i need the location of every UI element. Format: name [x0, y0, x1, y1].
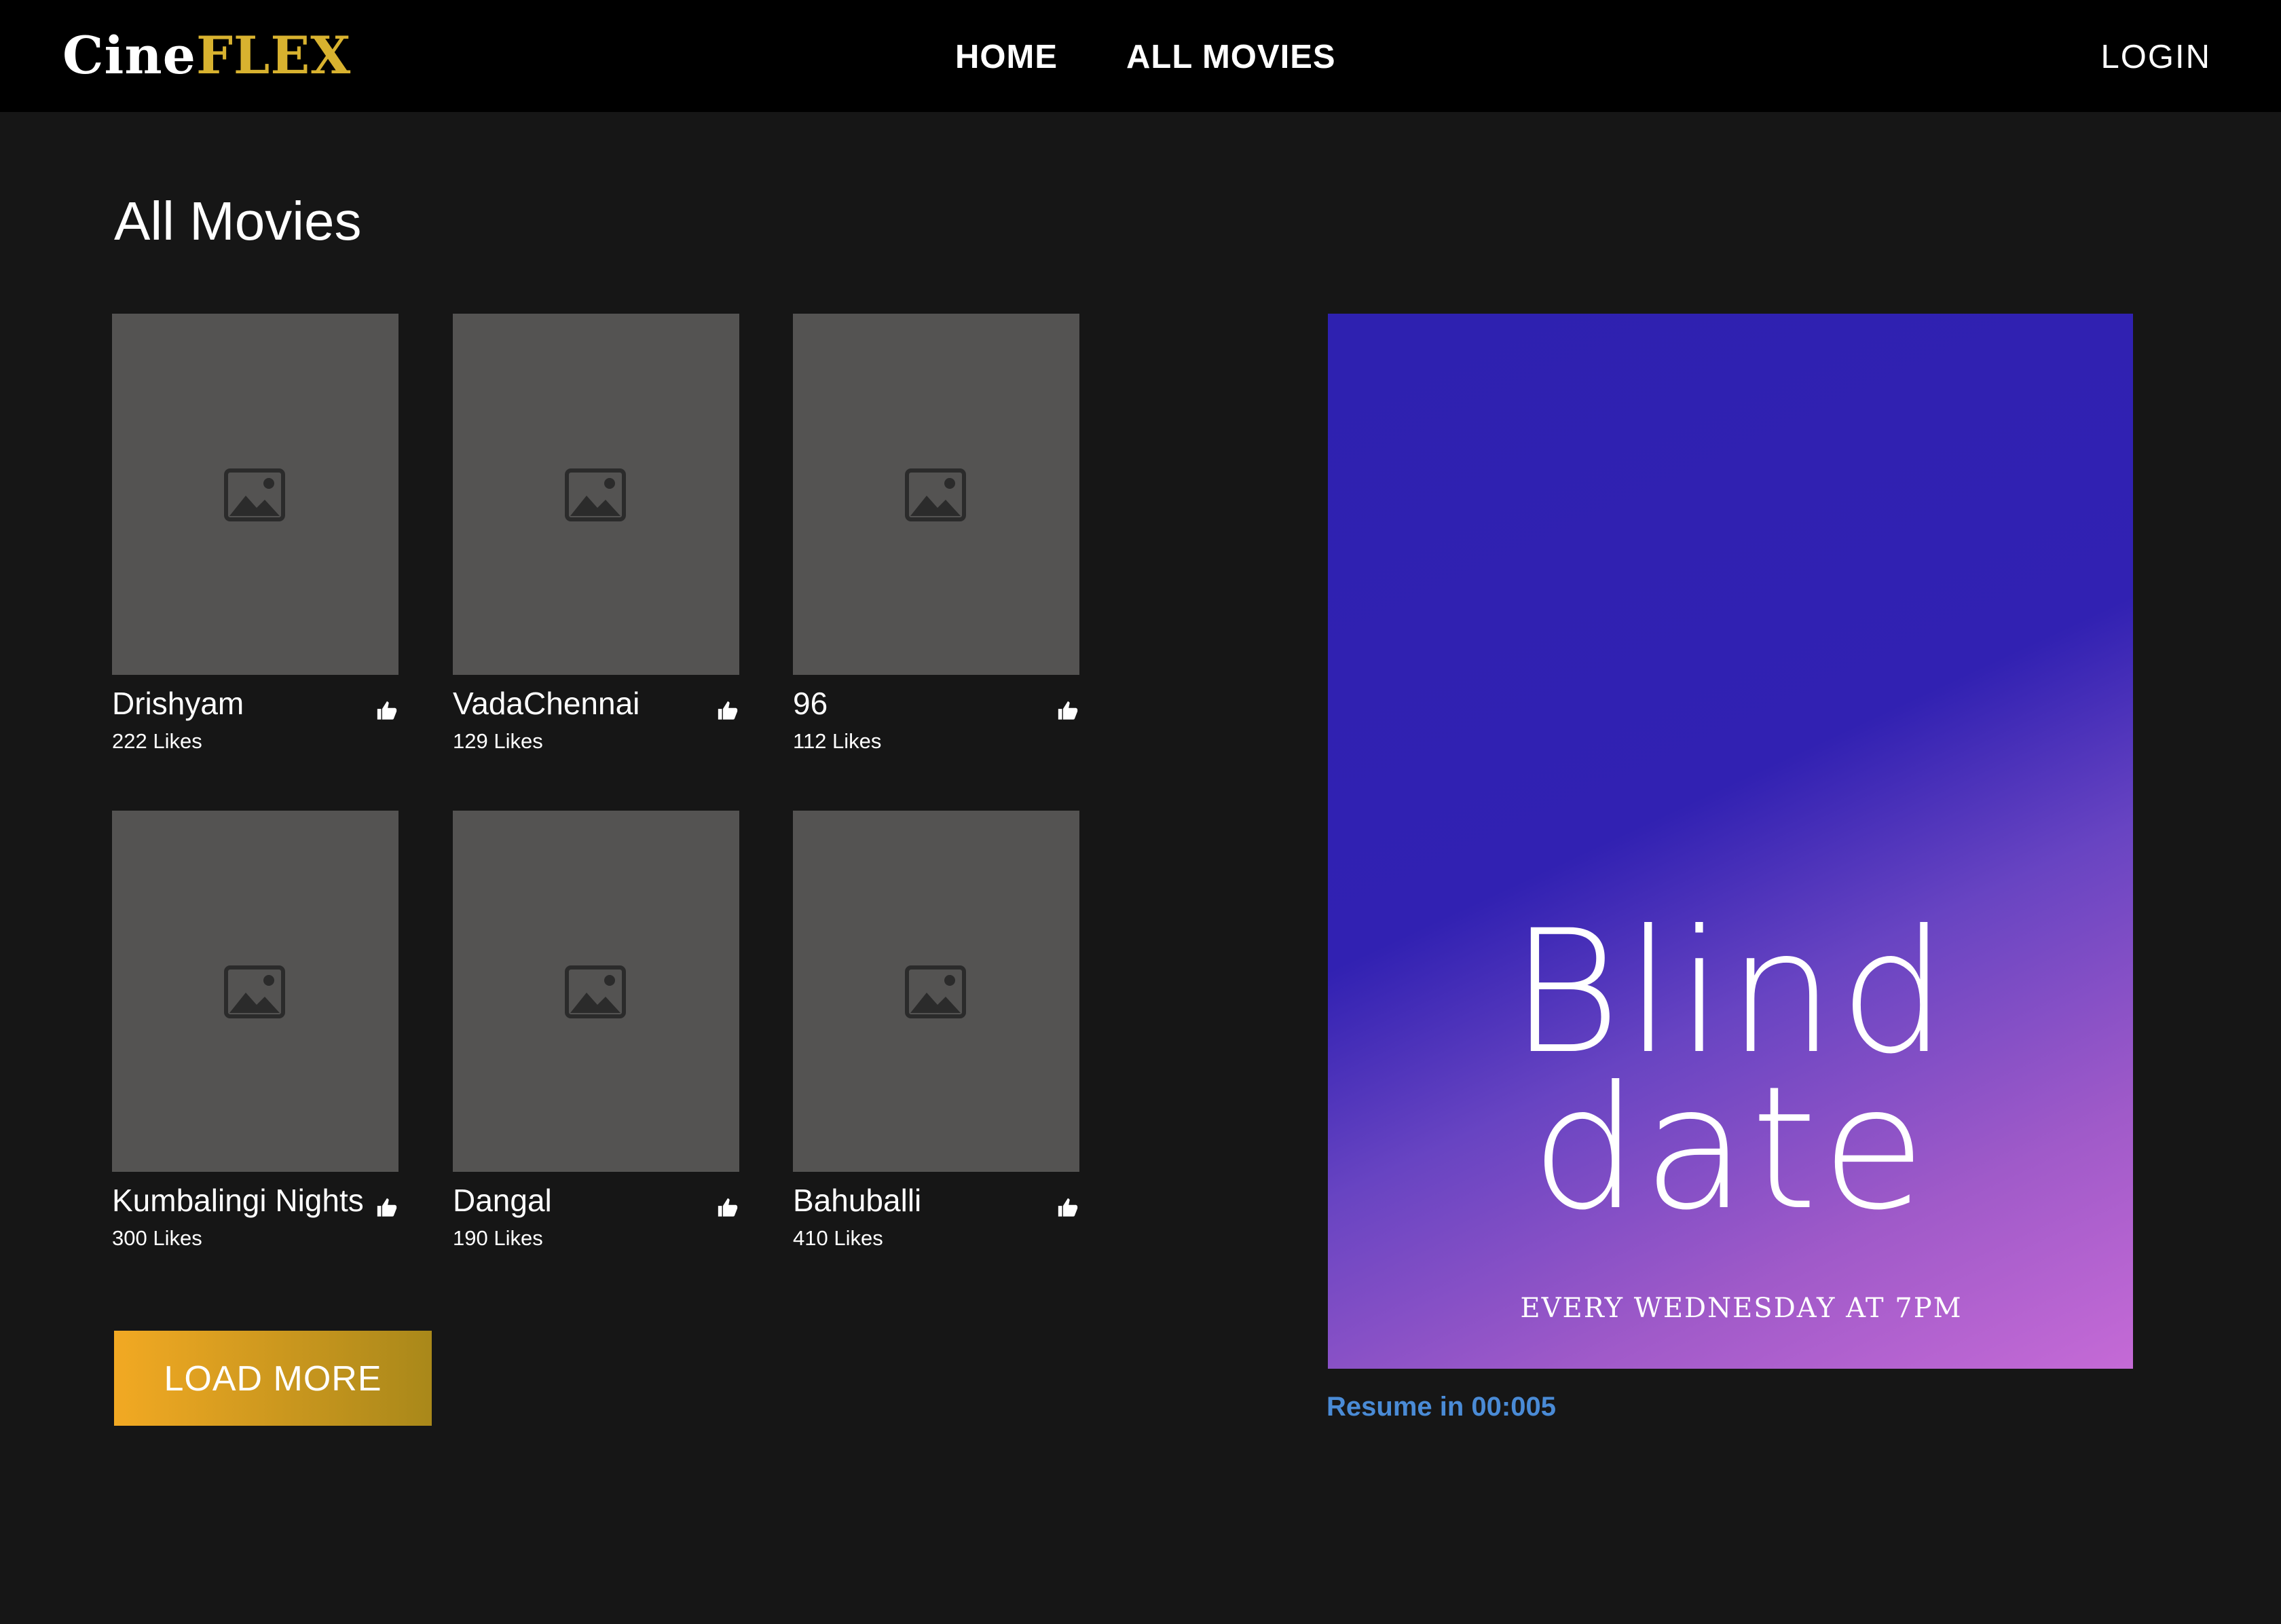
thumbs-up-icon[interactable]	[1056, 699, 1079, 722]
image-placeholder-icon	[224, 965, 285, 1018]
image-placeholder-icon	[905, 965, 966, 1018]
image-placeholder-icon	[565, 965, 626, 1018]
nav-all-movies-link[interactable]: ALL MOVIES	[1126, 35, 1336, 79]
load-more-button[interactable]: LOAD MORE	[114, 1331, 432, 1426]
movie-card[interactable]: Drishyam 222 Likes	[112, 314, 398, 762]
movie-poster[interactable]	[112, 811, 398, 1172]
thumbs-up-icon[interactable]	[716, 699, 739, 722]
promo-title-line2: date	[1531, 1050, 1930, 1247]
movie-poster[interactable]	[453, 811, 739, 1172]
movie-likes-count: 300 Likes	[112, 1226, 202, 1250]
movie-likes-count: 222 Likes	[112, 729, 202, 753]
image-placeholder-icon	[565, 468, 626, 521]
featured-promo-poster[interactable]: Blind date EVERY WEDNESDAY AT 7PM	[1328, 314, 2133, 1369]
movie-card[interactable]: Bahuballi 410 Likes	[793, 811, 1079, 1259]
image-placeholder-icon	[905, 468, 966, 521]
movie-poster[interactable]	[793, 314, 1079, 675]
thumbs-up-icon[interactable]	[375, 1196, 398, 1219]
movie-likes-count: 112 Likes	[793, 729, 882, 753]
movie-title[interactable]: Bahuballi	[793, 1181, 921, 1219]
movie-title[interactable]: Dangal	[453, 1181, 552, 1219]
movie-card[interactable]: VadaChennai 129 Likes	[453, 314, 739, 762]
top-navbar: CineFLEX HOME ALL MOVIES LOGIN	[0, 0, 2281, 112]
movie-poster[interactable]	[112, 314, 398, 675]
movie-title[interactable]: Kumbalingi Nights	[112, 1181, 364, 1219]
movie-card[interactable]: Dangal 190 Likes	[453, 811, 739, 1259]
movie-title[interactable]: Drishyam	[112, 684, 244, 722]
promo-schedule: EVERY WEDNESDAY AT 7PM	[1520, 1293, 1963, 1324]
movie-poster[interactable]	[793, 811, 1079, 1172]
thumbs-up-icon[interactable]	[375, 699, 398, 722]
movie-likes-count: 129 Likes	[453, 729, 543, 753]
movie-title[interactable]: VadaChennai	[453, 684, 639, 722]
cineflex-logo[interactable]: CineFLEX	[62, 23, 351, 88]
page-title: All Movies	[114, 191, 362, 251]
resume-countdown-link[interactable]: Resume in 00:005	[1327, 1389, 1556, 1424]
logo-text-cine: Cine	[62, 25, 196, 86]
thumbs-up-icon[interactable]	[1056, 1196, 1079, 1219]
logo-text-flex: FLEX	[196, 25, 352, 86]
movie-poster[interactable]	[453, 314, 739, 675]
login-link[interactable]: LOGIN	[2101, 35, 2211, 79]
thumbs-up-icon[interactable]	[716, 1196, 739, 1219]
movie-card[interactable]: Kumbalingi Nights 300 Likes	[112, 811, 398, 1259]
image-placeholder-icon	[224, 468, 285, 521]
movie-likes-count: 190 Likes	[453, 1226, 543, 1250]
movie-title[interactable]: 96	[793, 684, 828, 722]
movie-card[interactable]: 96 112 Likes	[793, 314, 1079, 762]
movie-likes-count: 410 Likes	[793, 1226, 883, 1250]
nav-home-link[interactable]: HOME	[955, 35, 1058, 79]
